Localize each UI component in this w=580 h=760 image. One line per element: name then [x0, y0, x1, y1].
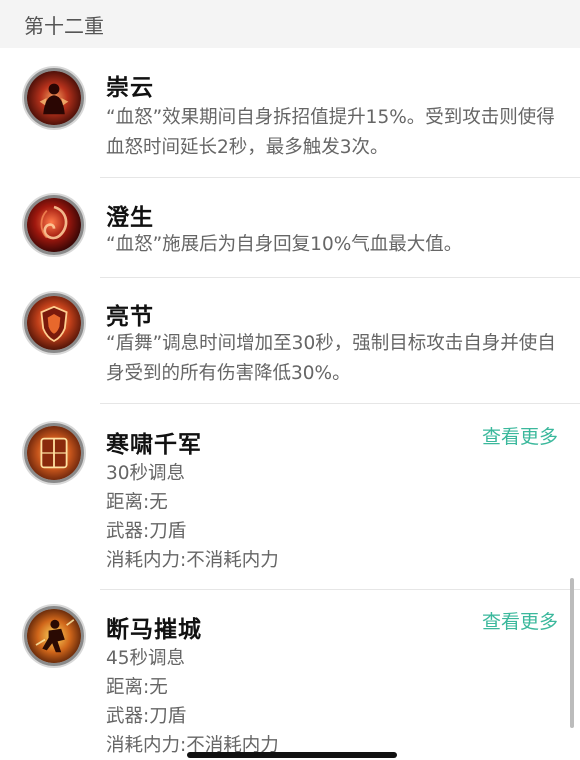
view-more-link[interactable]: 查看更多 [482, 422, 558, 449]
skill-name: 崇云 [106, 75, 154, 101]
skill-range: 距离:无 [106, 492, 168, 513]
home-indicator[interactable] [187, 752, 397, 758]
skill-item-duanmacuicheng[interactable]: 断马摧城 查看更多 45秒调息 距离:无 武器:刀盾 消耗内力:不消耗内力 [0, 590, 580, 757]
golden-shield-icon [24, 423, 84, 483]
skill-description: “血怒”施展后为自身回复10%气血最大值。 [106, 234, 463, 255]
view-more-link[interactable]: 查看更多 [482, 607, 558, 634]
charging-warrior-icon [24, 606, 84, 666]
scrollbar[interactable] [570, 578, 574, 728]
skill-cooldown: 45秒调息 [106, 648, 186, 669]
crimson-figure-icon [24, 68, 84, 128]
skill-weapon: 武器:刀盾 [106, 706, 187, 727]
shield-emblem-icon [24, 293, 84, 353]
section-title: 第十二重 [24, 14, 104, 38]
skill-name: 寒啸千军 [106, 432, 202, 458]
skill-cooldown: 30秒调息 [106, 463, 186, 484]
skill-cost: 消耗内力:不消耗内力 [106, 550, 279, 571]
crimson-swirl-icon [24, 195, 84, 255]
skill-item-liangjie[interactable]: 亮节 “盾舞”调息时间增加至30秒，强制目标攻击自身并使自身受到的所有伤害降低3… [0, 278, 580, 404]
skill-item-hanxiaoqianjun[interactable]: 寒啸千军 查看更多 30秒调息 距离:无 武器:刀盾 消耗内力:不消耗内力 [0, 404, 580, 588]
skill-item-chengsheng[interactable]: 澄生 “血怒”施展后为自身回复10%气血最大值。 [0, 178, 580, 278]
skill-item-chongyun[interactable]: 崇云 “血怒”效果期间自身拆招值提升15%。受到攻击则使得血怒时间延长2秒，最多… [0, 48, 580, 178]
skill-description: “盾舞”调息时间增加至30秒，强制目标攻击自身并使自身受到的所有伤害降低30%。 [106, 333, 556, 384]
skill-range: 距离:无 [106, 677, 168, 698]
skill-name: 亮节 [106, 304, 154, 330]
skill-description: “血怒”效果期间自身拆招值提升15%。受到攻击则使得血怒时间延长2秒，最多触发3… [106, 107, 555, 158]
section-header: 第十二重 [0, 0, 580, 48]
skill-weapon: 武器:刀盾 [106, 521, 187, 542]
skill-name: 澄生 [106, 205, 154, 231]
skill-name: 断马摧城 [106, 617, 202, 643]
